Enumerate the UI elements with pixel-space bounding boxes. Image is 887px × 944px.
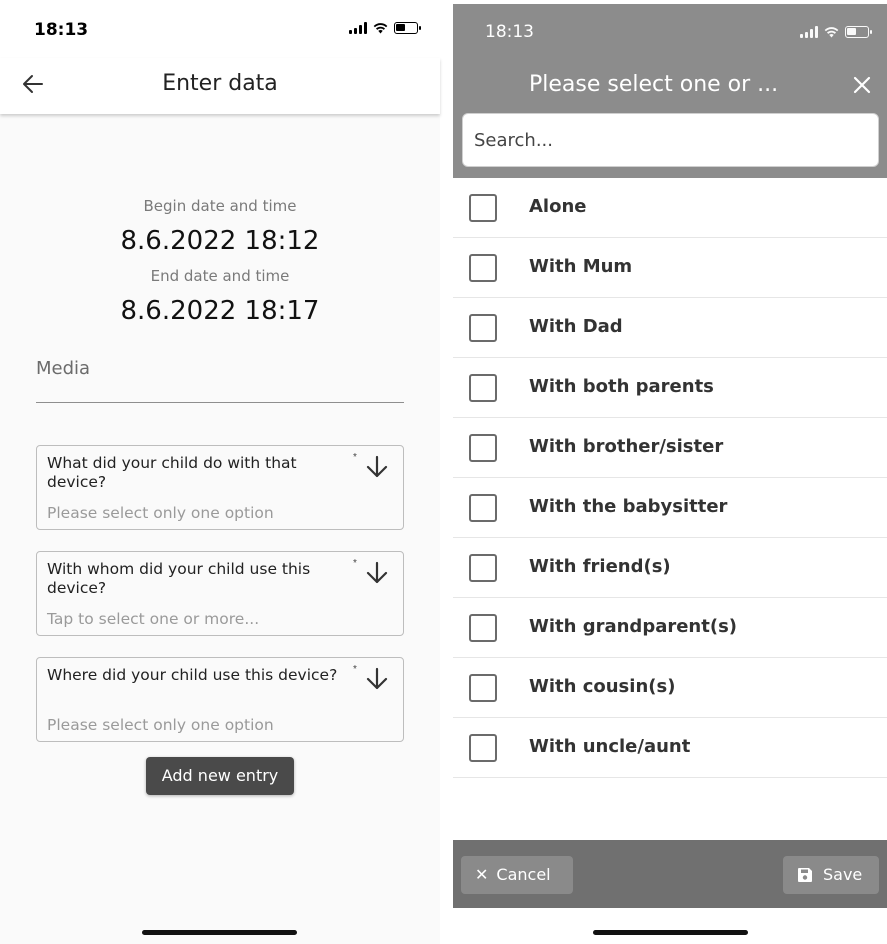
option-label: With both parents <box>529 376 714 397</box>
option-label: With Mum <box>529 256 633 277</box>
checkbox[interactable] <box>469 494 497 522</box>
status-time: 18:13 <box>485 22 534 42</box>
list-item[interactable]: With Mum <box>453 238 887 298</box>
enter-data-screen: 18:13 Enter data Begin date and time 8.6… <box>0 0 440 944</box>
cancel-button[interactable]: ✕ Cancel <box>461 856 573 894</box>
option-label: With cousin(s) <box>529 676 676 697</box>
activity-select-field[interactable]: What did your child do with that device?… <box>36 445 404 530</box>
status-time: 18:13 <box>34 20 89 40</box>
begin-date-value[interactable]: 8.6.2022 18:12 <box>0 226 440 256</box>
list-item[interactable]: With the babysitter <box>453 478 887 538</box>
list-item[interactable]: With friend(s) <box>453 538 887 598</box>
arrow-down-icon[interactable] <box>365 560 389 586</box>
option-label: With Dad <box>529 316 623 337</box>
page-title: Enter data <box>162 71 278 96</box>
list-item[interactable]: With cousin(s) <box>453 658 887 718</box>
battery-icon <box>394 22 421 34</box>
save-label: Save <box>823 865 863 884</box>
option-label: With uncle/aunt <box>529 736 691 757</box>
list-item[interactable]: With uncle/aunt <box>453 718 887 778</box>
begin-date-label: Begin date and time <box>143 197 297 215</box>
search-input[interactable] <box>463 114 878 166</box>
option-label: With the babysitter <box>529 496 728 517</box>
list-item[interactable]: With Dad <box>453 298 887 358</box>
add-new-entry-button[interactable]: Add new entry <box>146 757 294 795</box>
question-label: With whom did your child use this device… <box>47 560 311 597</box>
dialog-title: Please select one or ... <box>529 72 779 97</box>
select-placeholder: Please select only one option <box>47 716 274 734</box>
option-label: With brother/sister <box>529 436 724 457</box>
status-icons <box>349 22 421 34</box>
save-icon <box>798 868 812 882</box>
required-mark: * <box>353 452 357 463</box>
search-box[interactable] <box>462 113 879 167</box>
checkbox[interactable] <box>469 254 497 282</box>
save-button[interactable]: Save <box>783 856 879 894</box>
signal-icon <box>800 26 818 38</box>
select-placeholder: Please select only one option <box>47 504 274 522</box>
status-icons <box>800 26 872 38</box>
arrow-down-icon[interactable] <box>365 454 389 480</box>
status-bar: 18:13 <box>0 0 440 58</box>
dialog-header: 18:13 Please select one or ... <box>453 4 887 178</box>
checkbox[interactable] <box>469 674 497 702</box>
home-indicator[interactable] <box>142 930 297 935</box>
home-indicator[interactable] <box>593 930 748 935</box>
companion-select-field[interactable]: With whom did your child use this device… <box>36 551 404 636</box>
arrow-down-icon[interactable] <box>365 666 389 692</box>
wifi-icon <box>373 23 388 34</box>
checkbox[interactable] <box>469 434 497 462</box>
wifi-icon <box>824 27 839 38</box>
list-item[interactable]: With both parents <box>453 358 887 418</box>
media-field-underline[interactable] <box>36 402 404 403</box>
checkbox[interactable] <box>469 734 497 762</box>
end-date-label: End date and time <box>150 267 290 285</box>
end-date-value[interactable]: 8.6.2022 18:17 <box>0 296 440 326</box>
app-bar: Enter data <box>0 58 440 114</box>
location-select-field[interactable]: Where did your child use this device? * … <box>36 657 404 742</box>
close-icon[interactable] <box>851 74 873 96</box>
option-label: With grandparent(s) <box>529 616 738 637</box>
question-label: Where did your child use this device? <box>47 666 338 684</box>
signal-icon <box>349 22 367 34</box>
close-icon: ✕ <box>475 865 489 884</box>
checkbox[interactable] <box>469 314 497 342</box>
cancel-label: Cancel <box>496 865 551 884</box>
list-item[interactable]: Alone <box>453 178 887 238</box>
required-mark: * <box>353 664 357 675</box>
checkbox[interactable] <box>469 614 497 642</box>
checkbox[interactable] <box>469 554 497 582</box>
option-list: Alone With Mum With Dad With both parent… <box>453 178 887 778</box>
battery-icon <box>845 26 872 38</box>
media-label: Media <box>36 358 91 379</box>
select-placeholder: Tap to select one or more... <box>47 610 260 628</box>
question-label: What did your child do with that device? <box>47 454 297 491</box>
list-item[interactable]: With brother/sister <box>453 418 887 478</box>
option-label: Alone <box>529 196 587 217</box>
dialog-footer: ✕ Cancel Save <box>453 840 887 908</box>
checkbox[interactable] <box>469 374 497 402</box>
multi-select-dialog-screen: 18:13 Please select one or ... Alone Wit… <box>453 0 887 944</box>
required-mark: * <box>353 558 357 569</box>
list-item[interactable]: With grandparent(s) <box>453 598 887 658</box>
option-label: With friend(s) <box>529 556 671 577</box>
checkbox[interactable] <box>469 194 497 222</box>
